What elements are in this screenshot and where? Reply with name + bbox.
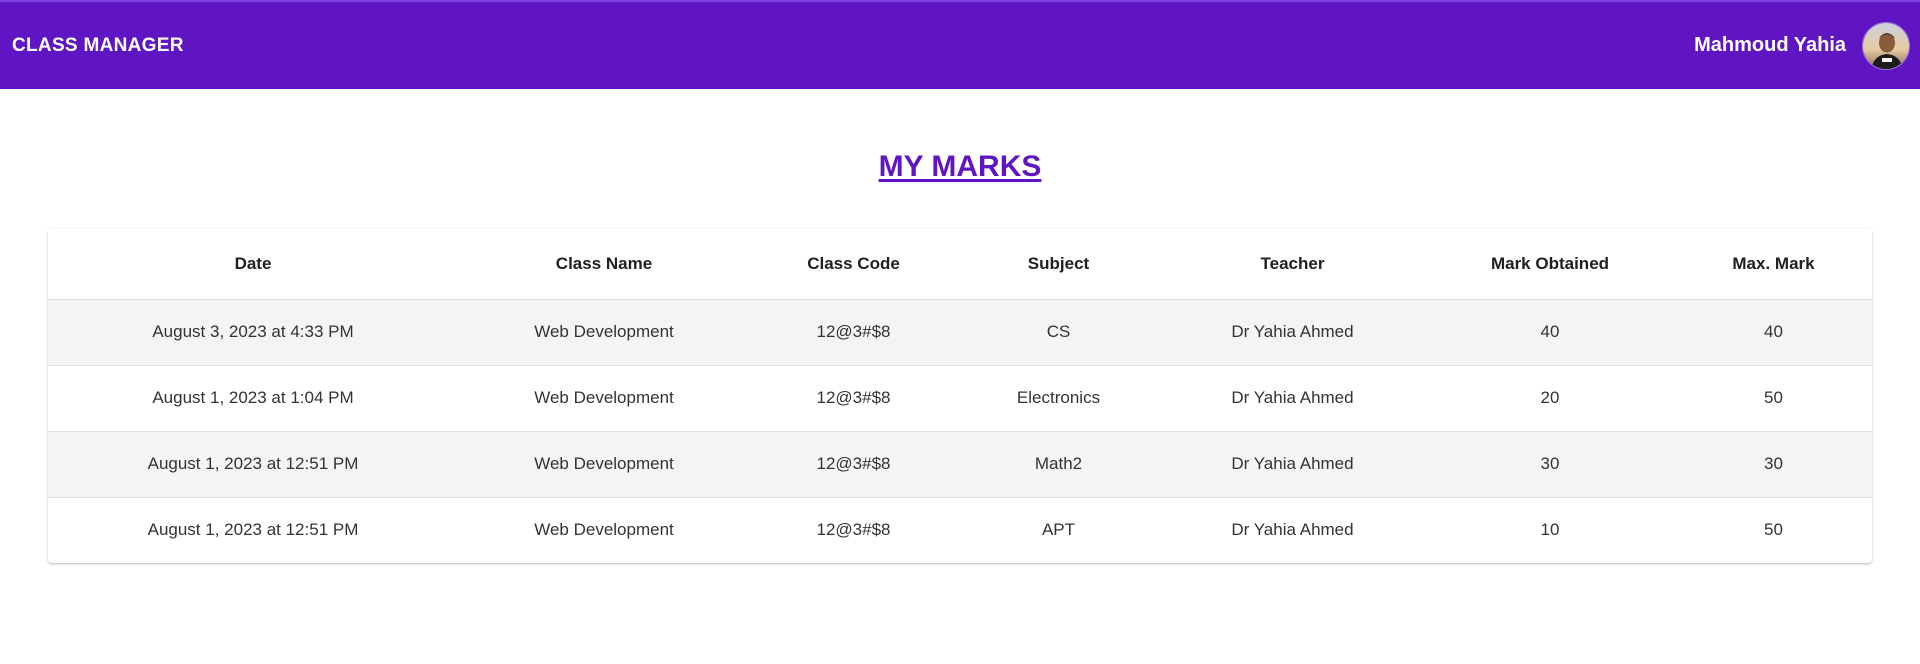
cell-max-mark: 50 (1675, 365, 1872, 432)
marks-table-card: Date Class Name Class Code Subject Teach… (48, 229, 1872, 563)
cell-date: August 1, 2023 at 1:04 PM (48, 365, 458, 432)
column-header-date[interactable]: Date (48, 229, 458, 300)
cell-class-code: 12@3#$8 (750, 299, 957, 366)
cell-date: August 1, 2023 at 12:51 PM (147, 520, 359, 540)
cell-max-mark: 50 (1764, 520, 1783, 540)
table-header-row: Date Class Name Class Code Subject Teach… (48, 229, 1872, 300)
cell-subject: Electronics (957, 365, 1160, 432)
table-row[interactable]: August 3, 2023 at 4:33 PM Web Developmen… (48, 299, 1872, 366)
cell-class-code: 12@3#$8 (816, 520, 891, 540)
column-header-class-code[interactable]: Class Code (750, 229, 957, 300)
cell-mark-obtained: 40 (1425, 299, 1675, 366)
column-header-class-name[interactable]: Class Name (458, 229, 750, 300)
cell-max-mark: 40 (1675, 299, 1872, 366)
column-header-max-mark[interactable]: Max. Mark (1675, 229, 1872, 300)
marks-table: Date Class Name Class Code Subject Teach… (48, 229, 1872, 563)
column-header-mark-obtained[interactable]: Mark Obtained (1425, 229, 1675, 300)
cell-date: August 3, 2023 at 4:33 PM (48, 299, 458, 366)
app-header: CLASS MANAGER Mahmoud Yahia (0, 0, 1920, 89)
app-brand[interactable]: CLASS MANAGER (12, 35, 184, 57)
cell-class-name: Web Development (534, 520, 674, 540)
table-row[interactable]: August 1, 2023 at 12:51 PM Web Developme… (48, 497, 1872, 563)
column-header-subject[interactable]: Subject (957, 229, 1160, 300)
cell-subject: APT (1041, 520, 1076, 540)
cell-date: August 1, 2023 at 12:51 PM (48, 431, 458, 498)
cell-subject: Math2 (957, 431, 1160, 498)
cell-class-name: Web Development (458, 431, 750, 498)
user-avatar-icon (1863, 22, 1909, 69)
cell-mark-obtained: 20 (1425, 365, 1675, 432)
cell-teacher: Dr Yahia Ahmed (1160, 365, 1425, 432)
user-menu[interactable]: Mahmoud Yahia (1694, 21, 1910, 70)
cell-mark-obtained: 30 (1425, 431, 1675, 498)
cell-teacher: Dr Yahia Ahmed (1231, 520, 1354, 540)
table-row[interactable]: August 1, 2023 at 1:04 PM Web Developmen… (48, 365, 1872, 432)
table-row[interactable]: August 1, 2023 at 12:51 PM Web Developme… (48, 431, 1872, 498)
cell-class-name: Web Development (458, 365, 750, 432)
cell-teacher: Dr Yahia Ahmed (1160, 431, 1425, 498)
cell-class-code: 12@3#$8 (750, 431, 957, 498)
cell-max-mark: 30 (1675, 431, 1872, 498)
cell-subject: CS (957, 299, 1160, 366)
cell-mark-obtained: 10 (1540, 520, 1560, 540)
user-name[interactable]: Mahmoud Yahia (1694, 34, 1846, 57)
cell-class-code: 12@3#$8 (750, 365, 957, 432)
cell-class-name: Web Development (458, 299, 750, 366)
column-header-teacher[interactable]: Teacher (1160, 229, 1425, 300)
cell-teacher: Dr Yahia Ahmed (1160, 299, 1425, 366)
avatar[interactable] (1862, 21, 1910, 70)
page-title: MY MARKS (878, 150, 1042, 183)
